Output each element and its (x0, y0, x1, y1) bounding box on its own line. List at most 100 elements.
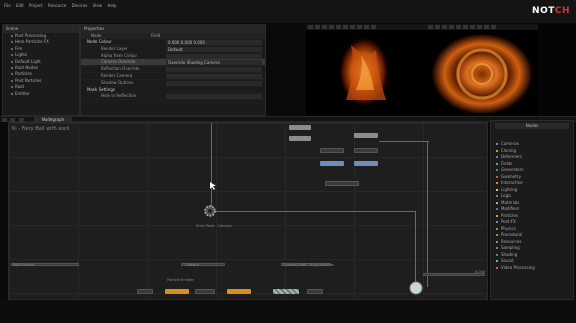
graph-node[interactable] (354, 161, 378, 166)
menu-item-help[interactable]: Help (107, 3, 116, 8)
graph-node[interactable] (289, 136, 311, 141)
viewport-toolbar-button[interactable] (435, 25, 440, 29)
viewport-toolbar-button[interactable] (463, 25, 468, 29)
node-category-label: Physics (501, 225, 516, 231)
category-bullet-icon (496, 260, 498, 262)
property-row[interactable]: Mask Settings (81, 87, 265, 94)
category-bullet-icon (496, 169, 498, 171)
node-category-label: Generators (501, 167, 524, 172)
node-category-label: Lighting (501, 186, 518, 192)
viewport-toolbar-button[interactable] (428, 25, 433, 29)
property-label: Mask Settings (87, 86, 115, 92)
property-row[interactable]: Camera Override Override Shading Camera (81, 59, 265, 67)
viewport-toolbar-button[interactable] (364, 25, 369, 29)
scene-item[interactable]: Emitter (3, 91, 79, 97)
node-category-label: Post-FX (501, 219, 516, 224)
graph-node[interactable] (273, 289, 299, 294)
viewport-toolbar-button[interactable] (322, 25, 327, 29)
category-bullet-icon (496, 253, 498, 256)
property-label: Render Camera (101, 72, 133, 78)
viewport-toolbar-button[interactable] (315, 25, 320, 29)
property-value[interactable] (166, 53, 262, 59)
menu-bar: File Edit Project Resource Devices View … (0, 0, 576, 23)
properties-panel: Properties Node Field Node Colour 0.000 0… (80, 24, 266, 116)
graph-node[interactable] (354, 133, 378, 138)
menu-item-resource[interactable]: Resource (48, 3, 66, 8)
node-category-label: Deformers (501, 154, 523, 159)
category-bullet-icon (496, 195, 498, 197)
viewport-toolbar-button[interactable] (343, 25, 348, 29)
node-category-label: Resources (501, 238, 522, 244)
property-row[interactable]: Render Layer Default (81, 46, 265, 53)
viewport-toolbar-button[interactable] (357, 25, 362, 29)
graph-node[interactable] (307, 289, 323, 294)
property-value[interactable] (166, 73, 262, 79)
nodegraph-title: Ki - Fiery Ball with ascii (12, 126, 70, 132)
menu-item-file[interactable]: File (4, 3, 11, 8)
menu-item-edit[interactable]: Edit (16, 3, 24, 8)
nodes-panel-title: Nodes (495, 123, 569, 129)
node-category-label: Shading (501, 251, 518, 257)
property-label: Alpha from Colour (101, 52, 138, 58)
graph-node[interactable] (289, 125, 311, 130)
category-bullet-icon (496, 143, 498, 145)
property-row[interactable]: Node Colour 0.000 0.000 0.000 (81, 39, 265, 46)
viewport-toolbar-button[interactable] (329, 25, 334, 29)
viewport-toolbar-button[interactable] (491, 25, 496, 29)
graph-node[interactable] (227, 289, 251, 294)
property-value[interactable]: 0.000 0.000 0.000 (166, 40, 262, 45)
graph-node[interactable] (165, 289, 189, 294)
viewport-right[interactable] (426, 24, 538, 116)
property-value[interactable] (166, 80, 262, 86)
viewport-toolbar-button[interactable] (456, 25, 461, 29)
viewport-toolbar-button[interactable] (484, 25, 489, 29)
viewport-toolbar-button[interactable] (449, 25, 454, 29)
toolbar-button[interactable] (2, 118, 7, 122)
node-category-label: Fields (501, 160, 513, 166)
nodegraph-canvas[interactable]: Stick Point - Camera Post Process Camera… (8, 122, 488, 300)
graph-node[interactable] (354, 148, 378, 153)
category-bullet-icon (496, 182, 498, 184)
node-category-label: Sound (501, 258, 514, 263)
viewport-toolbar-button[interactable] (470, 25, 475, 29)
node-category-label: Cloning (501, 147, 517, 153)
node-category-item[interactable]: Video Processing (491, 265, 573, 272)
app-logo: NOTCH (532, 6, 570, 16)
category-bullet-icon (496, 221, 498, 223)
viewport-toolbar-button[interactable] (336, 25, 341, 29)
property-row[interactable]: Render Camera (81, 73, 265, 80)
graph-node[interactable] (320, 161, 344, 166)
viewport-toolbar-button[interactable] (350, 25, 355, 29)
viewport-toolbar-button[interactable] (371, 25, 376, 29)
scene-panel: Scene Post Processing Hero Particles FX … (2, 24, 80, 116)
viewport-toolbar-button[interactable] (442, 25, 447, 29)
property-value[interactable] (166, 67, 262, 73)
node-caption: Camera (185, 263, 199, 267)
property-row[interactable]: Reflection Override (81, 66, 265, 73)
menu-item-view[interactable]: View (93, 3, 103, 8)
property-value[interactable] (166, 94, 262, 100)
property-value[interactable]: Default (166, 46, 262, 52)
graph-node[interactable] (195, 289, 215, 294)
property-row[interactable]: Shadow Options (81, 80, 265, 87)
graph-node[interactable] (325, 181, 359, 186)
property-value[interactable]: Override Shading Camera (166, 60, 262, 66)
property-row[interactable]: Alpha from Colour (81, 53, 265, 60)
category-bullet-icon (496, 156, 498, 158)
menu-item-devices[interactable]: Devices (72, 3, 88, 8)
output-node-icon[interactable] (409, 281, 423, 295)
menu-item-project[interactable]: Project (29, 3, 43, 8)
viewport-toolbar-button[interactable] (477, 25, 482, 29)
graph-node[interactable] (137, 289, 153, 294)
viewport-margin (538, 24, 576, 116)
viewport-left[interactable] (306, 24, 426, 116)
property-row[interactable]: Hide In Reflection (81, 93, 265, 101)
category-bullet-icon (496, 162, 498, 165)
viewport-toolbar-button[interactable] (308, 25, 313, 29)
node-wire (211, 123, 212, 211)
gear-icon[interactable] (202, 203, 218, 219)
graph-node[interactable] (320, 148, 344, 153)
node-category-label: Interactive (501, 180, 523, 185)
property-label: Hide In Reflection (101, 93, 137, 99)
property-label: Reflection Override (101, 66, 140, 72)
